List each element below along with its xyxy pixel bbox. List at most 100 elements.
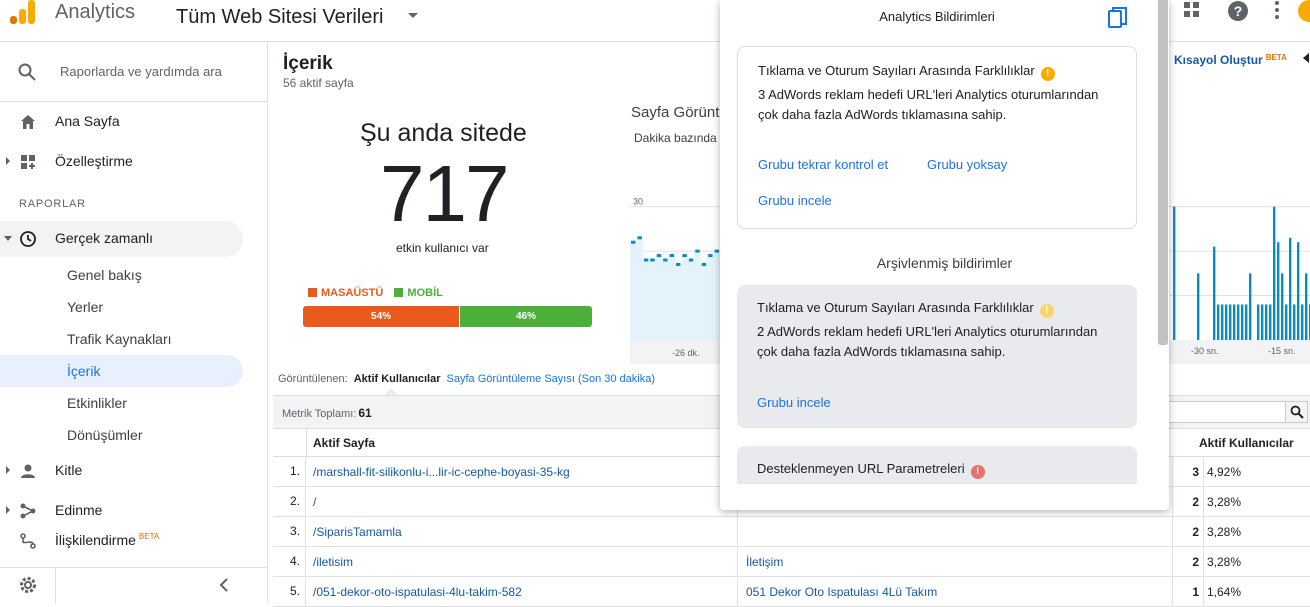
active-users-value: 1 xyxy=(1192,585,1199,599)
create-shortcut-link[interactable]: Kısayol Oluştur BETA xyxy=(1174,53,1287,67)
settings-gear-icon[interactable] xyxy=(19,576,37,594)
table-search-button[interactable] xyxy=(1285,402,1307,422)
second-bar xyxy=(1249,273,1252,340)
second-bar xyxy=(1173,206,1176,340)
sidebar-item-realtime[interactable]: Gerçek zamanlı xyxy=(0,221,243,257)
caret-down-icon[interactable] xyxy=(408,13,418,18)
active-users-percent: 3,28% xyxy=(1207,495,1242,509)
legend-label: MOBİL xyxy=(407,287,443,299)
sidebar-item-label: İlişkilendirme BETA xyxy=(55,532,159,548)
sidebar-item-overview[interactable]: Genel bakış xyxy=(0,259,243,291)
sidebar: Raporlarda ve yardımda ara Ana Sayfa Öze… xyxy=(0,42,268,603)
account-avatar[interactable] xyxy=(1298,0,1310,24)
search-placeholder: Raporlarda ve yardımda ara xyxy=(60,64,222,79)
sidebar-item-label: Genel bakış xyxy=(67,267,142,283)
sidebar-item-label: Gerçek zamanlı xyxy=(55,230,154,246)
second-bar xyxy=(1277,242,1280,340)
column-active-users[interactable]: Aktif Kullanıcılar xyxy=(1199,436,1294,450)
chart-title: Sayfa Görüntüleme xyxy=(631,104,721,121)
sidebar-item-events[interactable]: Etkinlikler xyxy=(0,387,243,419)
sidebar-item-traffic-sources[interactable]: Trafik Kaynakları xyxy=(0,323,243,355)
analytics-logo[interactable] xyxy=(10,0,38,24)
property-selector[interactable]: Tüm Web Sitesi Verileri xyxy=(176,6,383,29)
table-search-input[interactable] xyxy=(1163,401,1308,423)
sidebar-item-customization[interactable]: Özelleştirme xyxy=(0,144,268,180)
page-title-link[interactable]: İletişim xyxy=(746,555,783,569)
more-vert-icon[interactable] xyxy=(1265,0,1289,24)
page-path-link[interactable]: /SiparisTamamla xyxy=(313,525,402,539)
sidebar-item-home[interactable]: Ana Sayfa xyxy=(0,104,268,140)
second-bar xyxy=(1281,273,1284,340)
active-users-percent: 4,92% xyxy=(1207,465,1242,479)
copy-icon[interactable] xyxy=(1108,7,1128,29)
scroll-left-icon[interactable] xyxy=(1303,53,1309,63)
sidebar-item-label: Kitle xyxy=(55,462,83,478)
notification-body: 3 AdWords reklam hedefi URL'leri Analyti… xyxy=(758,87,1099,122)
row-index: 1. xyxy=(273,457,306,487)
help-icon[interactable]: ? xyxy=(1226,0,1250,24)
sidebar-item-label: Dönüşümler xyxy=(67,427,143,443)
active-users-value: 2 xyxy=(1192,555,1199,569)
page-path-link[interactable]: /iletisim xyxy=(313,555,353,569)
second-bar xyxy=(1217,304,1220,340)
chart-subtitle: Dakika bazında xyxy=(634,131,717,145)
notification-body: 2 AdWords reklam hedefi URL'leri Analyti… xyxy=(757,324,1098,359)
attribution-icon xyxy=(20,533,36,549)
table-row: 3. /SiparisTamamla 2 3,28% xyxy=(273,517,1310,547)
sidebar-item-label: Edinme xyxy=(55,502,103,518)
collapse-chevron-left-icon[interactable] xyxy=(218,578,230,592)
second-bar xyxy=(1233,304,1236,340)
sidebar-search[interactable]: Raporlarda ve yardımda ara xyxy=(0,42,268,102)
shortcut-label: Kısayol Oluştur xyxy=(1174,53,1263,67)
caret-right-icon xyxy=(6,506,10,514)
sidebar-item-conversions[interactable]: Dönüşümler xyxy=(0,419,243,451)
error-icon: ! xyxy=(970,465,985,479)
view-label: Görüntülenen: xyxy=(278,373,348,385)
page-title: İçerik xyxy=(283,53,333,74)
sidebar-item-attribution[interactable]: İlişkilendirme BETA xyxy=(0,523,268,559)
apps-grid-icon[interactable] xyxy=(1180,0,1204,24)
view-active-users[interactable]: Aktif Kullanıcılar xyxy=(354,373,441,385)
second-bar xyxy=(1297,242,1300,340)
dashboard-customize-icon xyxy=(21,155,35,169)
ignore-group-button[interactable]: Grubu yoksay xyxy=(927,157,1007,172)
second-bar xyxy=(1221,304,1224,340)
active-users-value: 3 xyxy=(1192,465,1199,479)
second-bar xyxy=(1305,273,1308,340)
minute-bar xyxy=(708,254,713,258)
notification-title-text: Tıklama ve Oturum Sayıları Arasında Fark… xyxy=(757,300,1034,315)
page-path-link[interactable]: /051-dekor-oto-ispatulasi-4lu-takim-582 xyxy=(313,585,522,599)
beta-badge: BETA xyxy=(1265,53,1287,62)
caret-down-icon xyxy=(4,236,12,241)
sidebar-item-content[interactable]: İçerik xyxy=(0,355,243,387)
sidebar-item-locations[interactable]: Yerler xyxy=(0,291,243,323)
row-index: 2. xyxy=(273,487,306,517)
archived-heading: Arşivlenmiş bildirimler xyxy=(876,255,1013,271)
chart-background xyxy=(1163,180,1310,364)
minute-bar xyxy=(701,262,707,266)
row-index: 3. xyxy=(273,517,306,547)
page-path-link[interactable]: /marshall-fit-silikonlu-i...lir-ic-cephe… xyxy=(313,465,570,479)
active-users-percent: 3,28% xyxy=(1207,555,1242,569)
second-bar xyxy=(1301,304,1304,340)
recheck-group-button[interactable]: Grubu tekrar kontrol et xyxy=(758,157,888,172)
search-icon[interactable] xyxy=(18,63,36,81)
second-bar xyxy=(1197,273,1200,340)
review-group-button[interactable]: Grubu incele xyxy=(758,193,832,208)
minute-bar xyxy=(656,254,662,258)
app-name: Analytics xyxy=(55,1,136,23)
sidebar-item-audience[interactable]: Kitle xyxy=(0,453,268,489)
legend-mobile: MOBİL xyxy=(394,287,443,299)
minute-bar xyxy=(643,258,649,262)
page-title-link[interactable]: 051 Dekor Oto Ispatulası 4Lü Takım xyxy=(746,585,937,599)
view-pageviews[interactable]: Sayfa Görüntüleme Sayısı (Son 30 dakika) xyxy=(447,373,656,385)
minute-bar xyxy=(714,249,719,253)
minute-bar xyxy=(682,254,687,258)
svg-text:?: ? xyxy=(1234,3,1243,19)
minute-bar xyxy=(637,236,642,240)
onsite-title: Şu anda sitede xyxy=(360,119,527,147)
page-path-link[interactable]: / xyxy=(313,495,316,509)
column-active-page[interactable]: Aktif Sayfa xyxy=(313,436,375,450)
panel-scrollbar[interactable] xyxy=(1158,0,1168,345)
review-group-button[interactable]: Grubu incele xyxy=(757,395,831,410)
